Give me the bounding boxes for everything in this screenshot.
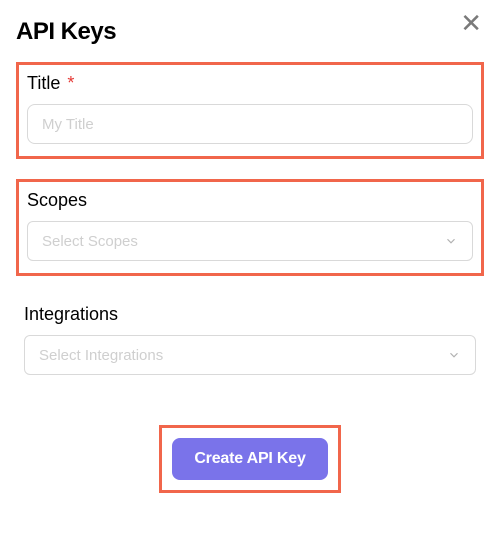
title-label-text: Title	[27, 73, 60, 93]
scopes-field-group: Scopes Select Scopes	[16, 179, 484, 276]
integrations-label: Integrations	[24, 304, 476, 325]
action-row: Create API Key	[16, 407, 484, 493]
integrations-placeholder: Select Integrations	[39, 347, 163, 364]
integrations-select[interactable]: Select Integrations	[24, 335, 476, 375]
required-star-icon: *	[67, 73, 74, 93]
scopes-label: Scopes	[27, 190, 473, 211]
scopes-placeholder: Select Scopes	[42, 233, 138, 250]
chevron-down-icon	[447, 348, 461, 362]
create-api-key-button[interactable]: Create API Key	[172, 438, 327, 480]
title-field-group: Title *	[16, 62, 484, 159]
chevron-down-icon	[444, 234, 458, 248]
title-input[interactable]	[27, 104, 473, 144]
integrations-field-group: Integrations Select Integrations	[16, 296, 484, 387]
create-button-highlight: Create API Key	[159, 425, 340, 493]
close-icon[interactable]: ✕	[460, 10, 482, 36]
scopes-select[interactable]: Select Scopes	[27, 221, 473, 261]
page-title: API Keys	[16, 18, 484, 46]
title-label: Title *	[27, 73, 473, 94]
